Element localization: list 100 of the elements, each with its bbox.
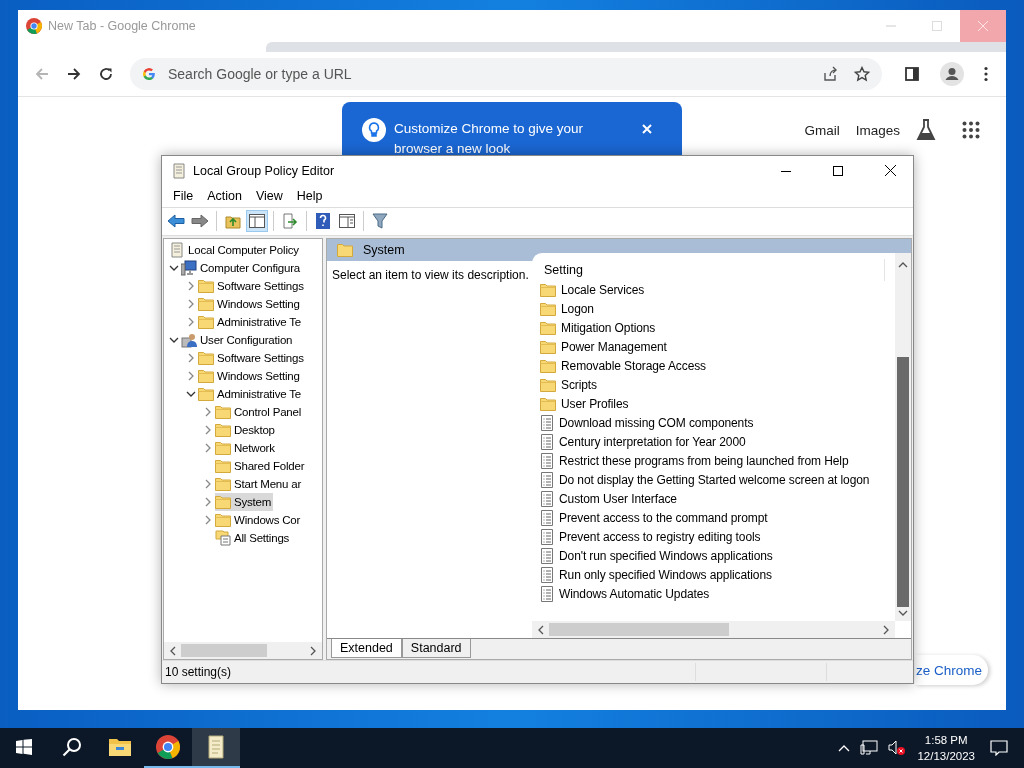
tree-item[interactable]: Windows Setting	[198, 294, 302, 313]
scroll-icon	[171, 162, 187, 179]
folder-up-icon	[225, 213, 241, 230]
column-header[interactable]: Setting	[540, 262, 583, 277]
view-tab[interactable]: Standard	[401, 639, 471, 659]
menu-item[interactable]: Help	[289, 188, 330, 203]
tree-item[interactable]: Software Settings	[198, 348, 306, 367]
setting-row[interactable]: Mitigation Options	[540, 318, 895, 338]
vertical-scrollbar[interactable]	[895, 252, 911, 622]
window-title: Local Group Policy Editor	[193, 163, 335, 178]
folder-icon	[540, 302, 556, 317]
setting-row[interactable]: Power Management	[540, 337, 895, 357]
pane-view-icon	[339, 214, 355, 229]
side-panel-icon[interactable]	[904, 66, 920, 82]
tree-item[interactable]: Desktop	[215, 420, 277, 439]
scroll-right-icon	[882, 624, 890, 635]
category-title: System	[363, 242, 405, 257]
setting-row[interactable]: Prevent access to the command prompt	[540, 508, 895, 528]
setting-row[interactable]: Run only specified Windows applications	[540, 565, 895, 585]
address-field[interactable]: Search Google or type a URL	[166, 65, 812, 83]
close-icon[interactable]	[642, 124, 652, 134]
customize-chrome-button[interactable]: ze Chrome	[915, 655, 988, 685]
notifications-icon[interactable]	[990, 740, 1008, 756]
menu-item[interactable]: View	[248, 188, 290, 203]
search-icon	[62, 737, 82, 757]
maximize-icon	[833, 165, 843, 176]
apps-grid-icon[interactable]	[962, 121, 980, 139]
computer-icon	[181, 259, 197, 276]
tree-item[interactable]: Network	[215, 438, 277, 457]
share-icon[interactable]	[822, 66, 838, 82]
horizontal-scrollbar[interactable]	[164, 642, 322, 660]
document-icon	[540, 472, 554, 489]
close-icon	[978, 21, 988, 31]
tree-pane-icon	[249, 214, 265, 229]
tree-item[interactable]: Local Computer Policy	[169, 240, 301, 259]
setting-row[interactable]: Custom User Interface	[540, 489, 895, 509]
caret-up-icon[interactable]	[838, 744, 851, 752]
folder-icon	[540, 283, 556, 298]
tree-item[interactable]: All Settings	[215, 528, 292, 547]
reload-icon	[98, 66, 114, 82]
policy-editor-button[interactable]	[192, 728, 240, 768]
folder-icon	[215, 458, 231, 473]
google-g-icon	[142, 67, 156, 81]
setting-row[interactable]: Restrict these programs from being launched from Help	[540, 451, 895, 471]
tree-item[interactable]: Computer Configura	[181, 258, 302, 277]
document-icon	[540, 415, 554, 432]
setting-row[interactable]: Download missing COM components	[540, 413, 895, 433]
setting-row[interactable]: Locale Services	[540, 280, 895, 300]
speaker-muted-icon[interactable]	[888, 740, 907, 756]
folder-icon	[215, 422, 231, 437]
show-tree-button[interactable]	[246, 210, 268, 233]
clock-date[interactable]: 12/13/2023	[917, 748, 975, 764]
tree-item[interactable]: Shared Folder	[215, 456, 307, 475]
document-icon	[540, 434, 554, 451]
setting-row[interactable]: Logon	[540, 299, 895, 319]
description-text: Select an item to view its description.	[332, 267, 529, 282]
header-link[interactable]: Gmail	[804, 122, 840, 138]
promo-text: Customize Chrome to give your browser a new look	[394, 120, 585, 158]
setting-row[interactable]: Scripts	[540, 375, 895, 395]
tree-item[interactable]: Administrative Te	[198, 312, 303, 331]
setting-row[interactable]: User Profiles	[540, 394, 895, 414]
tree-item[interactable]: Windows Setting	[198, 366, 302, 385]
horizontal-scrollbar[interactable]	[532, 621, 895, 639]
tree-item[interactable]: User Configuration	[181, 330, 295, 349]
folder-icon	[215, 512, 231, 527]
folder-icon	[198, 278, 214, 293]
tree-item[interactable]: Windows Cor	[215, 510, 303, 529]
header-link[interactable]: Images	[855, 122, 900, 138]
flask-icon[interactable]	[916, 119, 936, 141]
setting-row[interactable]: Don't run specified Windows applications	[540, 546, 895, 566]
tree-item[interactable]: System	[215, 492, 274, 511]
folder-icon	[108, 737, 132, 757]
view-tab[interactable]: Extended	[331, 639, 402, 659]
folder-icon	[540, 378, 556, 393]
tree-item[interactable]: Software Settings	[198, 276, 306, 295]
document-icon	[540, 529, 554, 546]
profile-icon[interactable]	[940, 62, 964, 86]
setting-row[interactable]: Century interpretation for Year 2000	[540, 432, 895, 452]
clock-time[interactable]: 1:58 PM	[924, 732, 968, 748]
tree-item[interactable]: Administrative Te	[198, 384, 303, 403]
network-icon[interactable]	[860, 740, 879, 756]
address-bar[interactable]: Search Google or type a URL	[130, 58, 882, 90]
folder-icon	[337, 242, 353, 257]
menu-item[interactable]: File	[166, 188, 201, 203]
folder-icon	[215, 476, 231, 491]
menu-icon[interactable]	[984, 66, 988, 82]
tree-item[interactable]: Start Menu ar	[215, 474, 304, 493]
export-icon	[282, 213, 298, 230]
setting-row[interactable]: Do not display the Getting Started welcome screen at logon	[540, 470, 895, 490]
setting-row[interactable]: Removable Storage Access	[540, 356, 895, 376]
windows-logo-icon	[16, 739, 32, 755]
folder-icon	[215, 404, 231, 419]
setting-row[interactable]: Prevent access to registry editing tools	[540, 527, 895, 547]
folder-icon	[215, 494, 231, 509]
menu-item[interactable]: Action	[200, 188, 249, 203]
scroll-right-icon	[309, 645, 317, 656]
star-icon[interactable]	[854, 66, 870, 82]
setting-row[interactable]: Windows Automatic Updates	[540, 584, 895, 604]
tree-item[interactable]: Control Panel	[215, 402, 304, 421]
folder-icon	[540, 321, 556, 336]
